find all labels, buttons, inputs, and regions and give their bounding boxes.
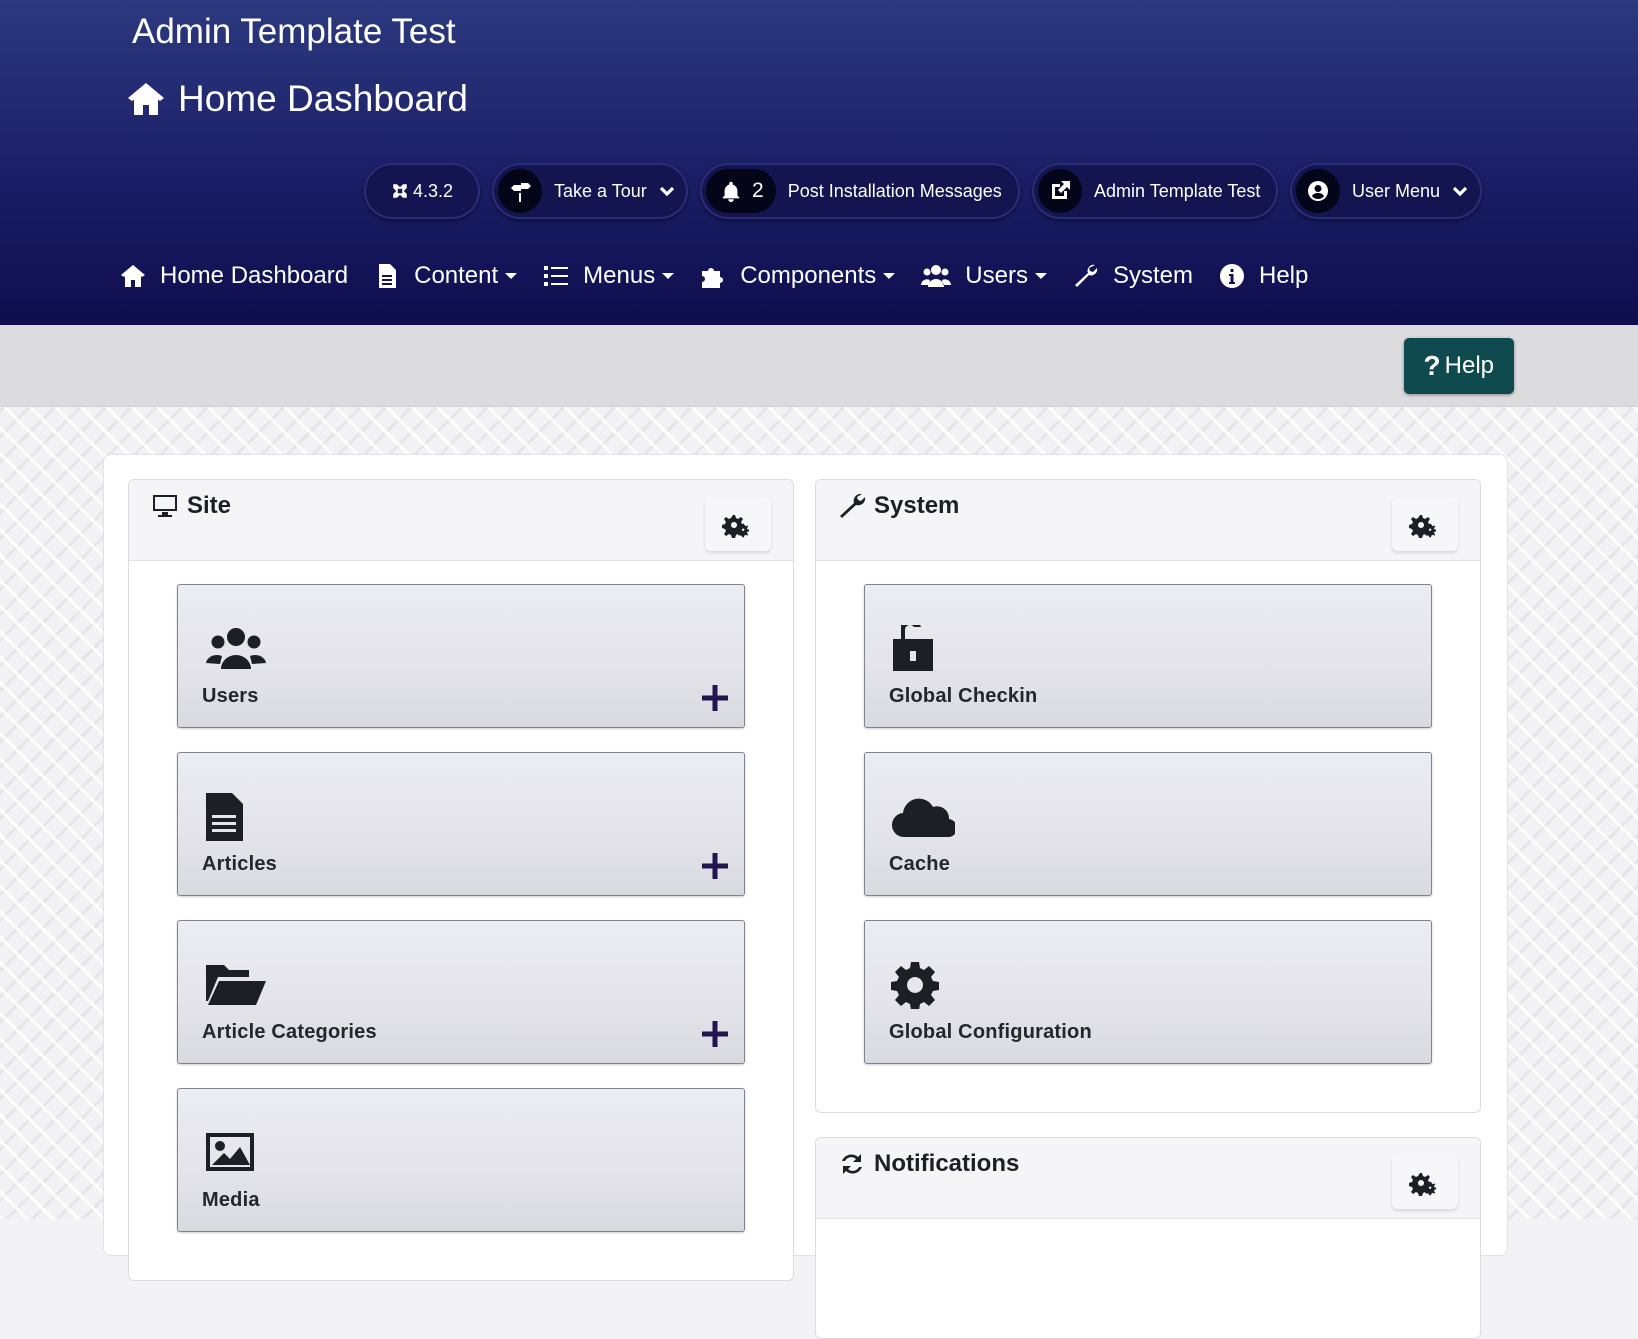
nav-system[interactable]: System	[1073, 262, 1193, 290]
page-title-text: Home Dashboard	[178, 78, 468, 119]
signpost-icon	[511, 180, 531, 202]
notifications-card-title: Notifications	[874, 1150, 1020, 1177]
list-icon	[544, 266, 569, 286]
external-link-icon	[1052, 181, 1070, 199]
help-button-label: Help	[1444, 352, 1494, 379]
gears-icon	[1409, 515, 1437, 538]
desktop-icon	[153, 495, 177, 517]
users-icon	[921, 265, 952, 287]
notifications-card-header: Notifications	[816, 1138, 1480, 1219]
nav-help-label: Help	[1258, 262, 1309, 289]
take-tour-label: Take a Tour	[554, 180, 647, 201]
articles-tile[interactable]: Articles	[177, 752, 745, 896]
nav-users-label: Users	[965, 262, 1028, 289]
content-area: Site Users Articles Article Categories M…	[0, 407, 1638, 1339]
users-tile[interactable]: Users	[177, 584, 745, 728]
site-card: Site Users Articles Article Categories M…	[128, 479, 794, 1281]
nav-help[interactable]: Help	[1219, 262, 1308, 290]
folder-open-icon	[206, 965, 266, 1005]
question-icon: ?	[1423, 350, 1441, 381]
site-card-header: Site	[129, 480, 793, 561]
wrench-icon	[1074, 264, 1098, 287]
main-nav: Home Dashboard Content Menus Components …	[120, 262, 1334, 290]
nav-components-label: Components	[740, 262, 877, 289]
nav-home-label: Home Dashboard	[160, 262, 349, 289]
post-install-pill[interactable]: 2 Post Installation Messages	[700, 163, 1020, 219]
article-categories-tile-label: Article Categories	[202, 1021, 377, 1043]
notifications-card: Notifications	[815, 1137, 1481, 1339]
cloud-icon	[892, 798, 955, 838]
global-configuration-tile[interactable]: Global Configuration	[864, 920, 1432, 1064]
nav-users[interactable]: Users	[921, 262, 1047, 290]
gears-icon	[1409, 1173, 1437, 1196]
global-checkin-tile-label: Global Checkin	[889, 685, 1038, 707]
take-tour-pill[interactable]: Take a Tour	[492, 163, 688, 219]
image-icon	[206, 1133, 254, 1171]
nav-system-label: System	[1112, 262, 1193, 289]
chevron-down-icon	[659, 186, 674, 197]
nav-home-dashboard[interactable]: Home Dashboard	[120, 262, 348, 290]
site-link-label: Admin Template Test	[1094, 180, 1261, 201]
info-circle-icon	[1219, 264, 1244, 288]
cache-tile-label: Cache	[889, 853, 951, 875]
articles-tile-label: Articles	[202, 853, 277, 875]
toolbar: ? Help	[0, 325, 1638, 407]
system-card-options-button[interactable]	[1392, 497, 1458, 551]
post-install-label: Post Installation Messages	[787, 180, 1002, 201]
bell-icon	[722, 181, 740, 202]
notifications-card-options-button[interactable]	[1392, 1155, 1458, 1209]
wrench-icon	[840, 493, 866, 518]
page-title: Home Dashboard	[126, 78, 468, 120]
add-user-icon[interactable]	[700, 683, 730, 713]
nav-content[interactable]: Content	[374, 262, 518, 290]
user-circle-icon	[1308, 181, 1328, 201]
global-configuration-tile-label: Global Configuration	[889, 1021, 1092, 1043]
user-menu-label: User Menu	[1352, 180, 1441, 201]
article-categories-tile[interactable]: Article Categories	[177, 920, 745, 1064]
dashboard-container: Site Users Articles Article Categories M…	[103, 454, 1508, 1339]
joomla-icon	[393, 184, 407, 198]
chevron-down-icon	[1452, 186, 1468, 197]
caret-down-icon	[505, 273, 518, 279]
caret-down-icon	[1034, 273, 1047, 279]
home-icon	[121, 265, 145, 287]
site-link-pill[interactable]: Admin Template Test	[1032, 163, 1278, 219]
puzzle-icon	[702, 268, 724, 288]
site-card-title: Site	[187, 492, 232, 519]
help-button[interactable]: ? Help	[1403, 338, 1514, 394]
nav-menus[interactable]: Menus	[543, 262, 675, 290]
version-pill[interactable]: 4.3.2	[364, 163, 480, 219]
file-text-icon	[379, 264, 397, 288]
gears-icon	[722, 515, 750, 538]
user-menu-pill[interactable]: User Menu	[1290, 163, 1482, 219]
header: Admin Template Test Home Dashboard 4.3.2…	[0, 0, 1638, 325]
gear-icon	[891, 962, 939, 1009]
users-tile-label: Users	[202, 685, 259, 707]
site-card-options-button[interactable]	[705, 497, 771, 551]
caret-down-icon	[883, 273, 896, 279]
system-card: System Global Checkin Cache Global Confi…	[815, 479, 1481, 1113]
unlock-icon	[893, 625, 933, 671]
cache-tile[interactable]: Cache	[864, 752, 1432, 896]
file-text-icon	[206, 793, 243, 841]
nav-content-label: Content	[414, 262, 499, 289]
site-title: Admin Template Test	[132, 12, 456, 51]
home-icon	[128, 83, 164, 115]
nav-menus-label: Menus	[583, 262, 656, 289]
system-card-title: System	[874, 492, 960, 519]
media-tile-label: Media	[202, 1189, 260, 1211]
caret-down-icon	[662, 273, 675, 279]
sync-icon	[842, 1154, 862, 1174]
nav-components[interactable]: Components	[700, 262, 896, 290]
users-icon	[206, 628, 266, 669]
global-checkin-tile[interactable]: Global Checkin	[864, 584, 1432, 728]
system-card-header: System	[816, 480, 1480, 561]
post-install-count: 2	[752, 179, 764, 202]
version-label: 4.3.2	[412, 180, 454, 201]
add-category-icon[interactable]	[700, 1019, 730, 1049]
media-tile[interactable]: Media	[177, 1088, 745, 1232]
add-article-icon[interactable]	[700, 851, 730, 881]
